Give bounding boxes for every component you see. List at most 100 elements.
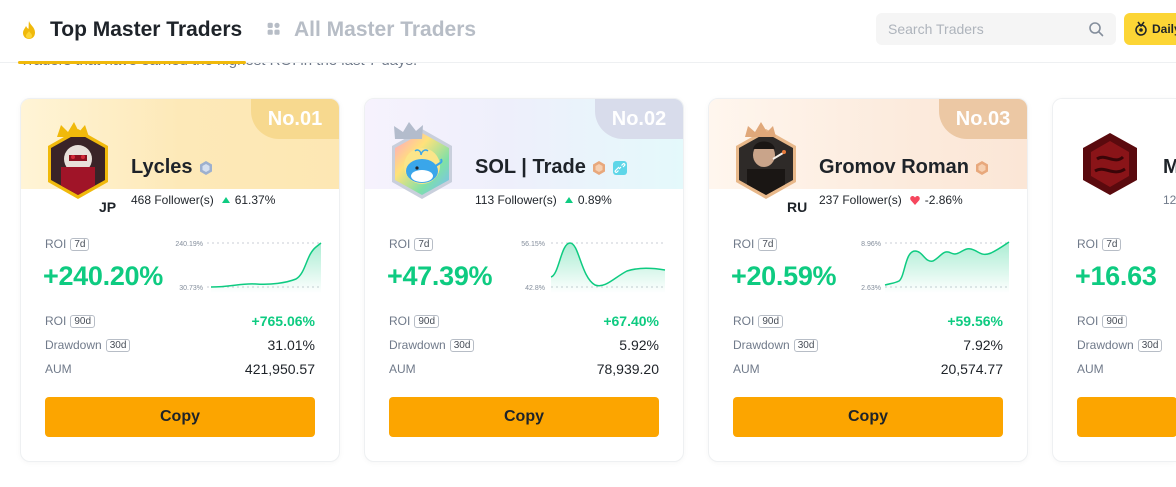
aum-value: 421,950.57 bbox=[244, 361, 315, 377]
active-tab-indicator bbox=[18, 61, 247, 64]
top-bar: Top Master Traders All Master Traders Da… bbox=[0, 0, 1176, 64]
copy-button[interactable]: Copy bbox=[45, 397, 315, 437]
drawdown-label-text: Drawdown bbox=[1077, 338, 1134, 352]
period-tag: 90d bbox=[1102, 314, 1128, 328]
trader-name-text: Gromov Roman bbox=[819, 156, 970, 178]
copy-button[interactable]: Copy bbox=[389, 397, 659, 437]
copy-button[interactable]: Copy bbox=[733, 397, 1003, 437]
aum-label: AUM bbox=[45, 362, 72, 376]
aum-value: 20,574.77 bbox=[940, 361, 1003, 377]
roi-7d-label: ROI 7d bbox=[45, 237, 90, 251]
period-tag: 7d bbox=[70, 237, 90, 251]
period-tag: 7d bbox=[414, 237, 434, 251]
drawdown-value: 7.92% bbox=[963, 337, 1003, 353]
trader-avatar[interactable] bbox=[43, 119, 113, 199]
followers-row: 12 bbox=[1163, 193, 1176, 207]
search-icon[interactable] bbox=[1088, 21, 1104, 37]
country-code: RU bbox=[787, 199, 808, 215]
roi-90d-value: +59.56% bbox=[947, 313, 1003, 329]
tab-label: All Master Traders bbox=[294, 18, 477, 41]
rank-badge: No.01 bbox=[251, 99, 339, 139]
trader-card: M 12 ROI7d +16.63 ROI90d Drawdown30d AUM bbox=[1052, 98, 1176, 462]
trader-avatar[interactable] bbox=[731, 119, 801, 199]
tab-all-master-traders[interactable]: All Master Traders bbox=[266, 16, 476, 44]
chart-min-label: 2.63% bbox=[861, 285, 881, 292]
roi-90d-value: +67.40% bbox=[603, 313, 659, 329]
trader-name-text: M bbox=[1163, 156, 1176, 179]
roi-label-text: ROI bbox=[45, 314, 67, 328]
trader-name[interactable]: M bbox=[1163, 156, 1176, 179]
roi-7d-value: +16.63 bbox=[1075, 261, 1157, 291]
up-arrow-icon bbox=[221, 197, 230, 203]
follower-change-value: -2.86% bbox=[924, 193, 963, 207]
grid-icon bbox=[267, 22, 280, 35]
aum-label: AUM bbox=[733, 362, 760, 376]
follower-change-value: 0.89% bbox=[577, 193, 612, 207]
drawdown-value: 5.92% bbox=[619, 337, 659, 353]
follower-count: 12 bbox=[1163, 193, 1176, 207]
tab-top-master-traders[interactable]: Top Master Traders bbox=[18, 16, 247, 64]
up-arrow-icon bbox=[564, 197, 573, 203]
chart-max-label: 240.19% bbox=[175, 241, 203, 248]
drawdown-label-text: Drawdown bbox=[45, 338, 102, 352]
chart-max-label: 8.96% bbox=[861, 241, 881, 248]
chart-min-label: 30.73% bbox=[179, 285, 203, 292]
drawdown-label: Drawdown 30d bbox=[45, 338, 131, 352]
trader-name[interactable]: Lycles bbox=[131, 156, 214, 179]
trader-avatar[interactable] bbox=[1075, 119, 1145, 199]
roi-label-text: ROI bbox=[389, 314, 411, 328]
trader-name[interactable]: Gromov Roman bbox=[819, 156, 990, 179]
trader-card: No.03 RU Gromov Roman 237 Follower(s) -2… bbox=[708, 98, 1028, 462]
roi-7d-value: +47.39% bbox=[387, 261, 493, 291]
follower-change: 0.89% bbox=[564, 193, 612, 207]
aum-label: AUM bbox=[1077, 362, 1104, 376]
roi-90d-label: ROI 90d bbox=[45, 314, 96, 328]
followers-row: 237 Follower(s) -2.86% bbox=[819, 193, 963, 207]
drawdown-label-text: Drawdown bbox=[733, 338, 790, 352]
medal-icon bbox=[1135, 21, 1147, 36]
daily-label: Daily bbox=[1152, 22, 1176, 36]
trader-avatar[interactable] bbox=[387, 119, 457, 199]
roi-label-text: ROI bbox=[1077, 314, 1099, 328]
drawdown-value: 31.01% bbox=[267, 337, 315, 353]
period-tag: 30d bbox=[1137, 338, 1163, 352]
roi-90d-label: ROI 90d bbox=[1077, 314, 1128, 328]
roi-label-text: ROI bbox=[733, 237, 755, 251]
trader-card: No.01 JP Lycles 468 Follower(s) 61.37% R… bbox=[20, 98, 340, 462]
period-tag: 90d bbox=[70, 314, 96, 328]
tab-label: Top Master Traders bbox=[50, 18, 243, 41]
roi-label-text: ROI bbox=[1077, 237, 1099, 251]
roi-sparkline: 56.15% 42.8% bbox=[521, 241, 666, 293]
copy-button[interactable] bbox=[1077, 397, 1176, 437]
search-input[interactable] bbox=[888, 21, 1078, 37]
period-tag: 30d bbox=[793, 338, 819, 352]
period-tag: 30d bbox=[105, 338, 131, 352]
daily-ranking-button[interactable]: Daily bbox=[1124, 13, 1176, 45]
roi-7d-label: ROI 7d bbox=[1077, 237, 1122, 251]
link-badge-icon bbox=[612, 160, 627, 175]
follower-change: 61.37% bbox=[221, 193, 276, 207]
roi-7d-label: ROI 7d bbox=[733, 237, 778, 251]
rank-badge: No.03 bbox=[939, 99, 1027, 139]
roi-90d-value: +765.06% bbox=[251, 313, 315, 329]
roi-90d-label: ROI 90d bbox=[389, 314, 440, 328]
roi-label-text: ROI bbox=[389, 237, 411, 251]
fire-icon bbox=[23, 21, 35, 39]
diamond-badge-icon bbox=[199, 160, 212, 175]
drawdown-label-text: Drawdown bbox=[389, 338, 446, 352]
follower-change-value: 61.37% bbox=[234, 193, 276, 207]
follower-count: 113 Follower(s) bbox=[475, 193, 557, 207]
roi-7d-value: +240.20% bbox=[43, 261, 163, 291]
trader-name-text: SOL | Trade bbox=[475, 156, 586, 178]
period-tag: 7d bbox=[1102, 237, 1122, 251]
search-box[interactable] bbox=[876, 13, 1116, 45]
period-tag: 30d bbox=[449, 338, 475, 352]
follower-count: 468 Follower(s) bbox=[131, 193, 214, 207]
roi-7d-value: +20.59% bbox=[731, 261, 837, 291]
trader-card: No.02 SOL | Trade 113 Follower(s) 0.89% … bbox=[364, 98, 684, 462]
period-tag: 90d bbox=[758, 314, 784, 328]
chart-min-label: 42.8% bbox=[525, 285, 545, 292]
drawdown-label: Drawdown 30d bbox=[1077, 338, 1163, 352]
trader-name[interactable]: SOL | Trade bbox=[475, 156, 628, 179]
followers-row: 113 Follower(s) 0.89% bbox=[475, 193, 612, 207]
